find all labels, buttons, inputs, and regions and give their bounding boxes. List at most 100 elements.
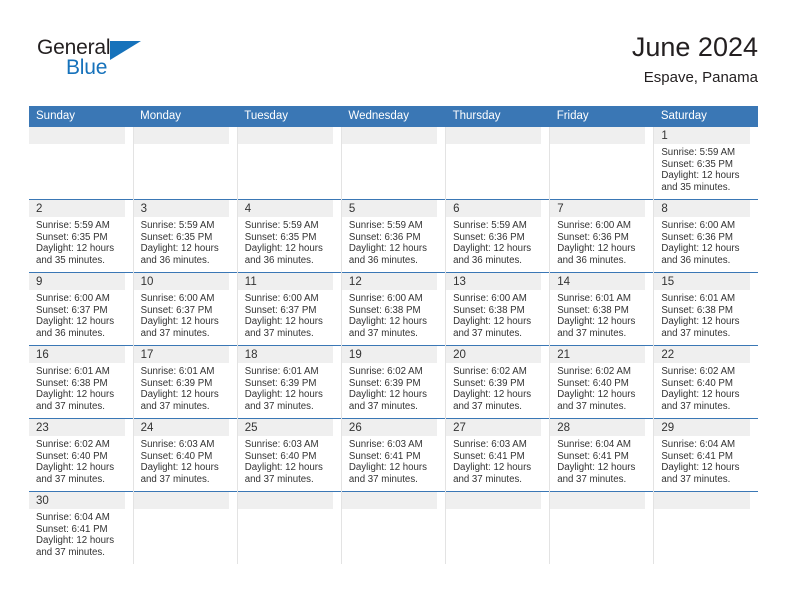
day-number-band: 8 (654, 200, 750, 217)
day-number-band: 11 (237, 273, 333, 290)
sunrise-time: Sunrise: 5:59 AM (453, 220, 527, 231)
day-cell-content (446, 127, 549, 199)
day-cell-content: 5 Sunrise: 5:59 AM Sunset: 6:36 PM Daylight… (341, 200, 445, 272)
day-details: Sunrise: 6:04 AM Sunset: 6:41 PM Daylight:… (654, 436, 758, 485)
calendar-week-row: 23 Sunrise: 6:02 AM Sunset: 6:40 PM Dayligh… (29, 418, 758, 492)
calendar-day-cell[interactable]: 16 Sunrise: 6:01 AM Sunset: 6:38 PM Dayligh… (29, 345, 134, 419)
daylight-duration-line2: and 37 minutes. (140, 473, 210, 485)
daylight-duration-line1: Daylight: 12 hours (36, 243, 115, 255)
day-number: 3 (140, 203, 148, 215)
day-details: Sunrise: 6:04 AM Sunset: 6:41 PM Daylight:… (550, 436, 653, 485)
day-number: 23 (36, 422, 49, 434)
sunset-time: Sunset: 6:39 PM (453, 377, 525, 389)
day-number: 16 (36, 349, 49, 361)
day-cell-content: 23 Sunrise: 6:02 AM Sunset: 6:40 PM Dayligh… (29, 419, 133, 491)
day-details: Sunrise: 6:01 AM Sunset: 6:39 PM Daylight:… (238, 363, 341, 412)
calendar-day-cell[interactable]: 10 Sunrise: 6:00 AM Sunset: 6:37 PM Dayligh… (133, 272, 238, 346)
daylight-duration-line1: Daylight: 12 hours (244, 462, 323, 474)
day-details: Sunrise: 5:59 AM Sunset: 6:35 PM Daylight:… (29, 217, 133, 266)
sunrise-time: Sunrise: 6:00 AM (661, 220, 736, 231)
calendar-day-cell[interactable]: 26 Sunrise: 6:03 AM Sunset: 6:41 PM Dayligh… (341, 418, 447, 492)
day-number-band (654, 492, 750, 509)
calendar-day-cell[interactable]: 6 Sunrise: 5:59 AM Sunset: 6:36 PM Daylight… (445, 199, 551, 273)
daylight-duration-line1: Daylight: 12 hours (140, 316, 219, 328)
day-number (446, 127, 541, 129)
day-number-band: 20 (446, 346, 542, 363)
day-details: Sunrise: 5:59 AM Sunset: 6:35 PM Daylight:… (654, 144, 758, 193)
calendar-day-cell[interactable]: 30 Sunrise: 6:04 AM Sunset: 6:41 PM Dayligh… (29, 491, 134, 564)
day-cell-content: 11 Sunrise: 6:00 AM Sunset: 6:37 PM Dayligh… (237, 273, 341, 345)
day-number (134, 127, 229, 129)
calendar-day-cell[interactable]: 2 Sunrise: 5:59 AM Sunset: 6:35 PM Daylight… (29, 199, 134, 273)
day-number: 26 (348, 422, 362, 434)
calendar-day-cell[interactable]: 4 Sunrise: 5:59 AM Sunset: 6:35 PM Daylight… (237, 199, 342, 273)
calendar-day-cell[interactable]: 15 Sunrise: 6:01 AM Sunset: 6:38 PM Dayligh… (653, 272, 758, 346)
calendar-day-cell[interactable]: 18 Sunrise: 6:01 AM Sunset: 6:39 PM Dayligh… (237, 345, 342, 419)
day-number: 5 (348, 203, 356, 215)
calendar-week-row: 16 Sunrise: 6:01 AM Sunset: 6:38 PM Dayligh… (29, 345, 758, 419)
day-details: Sunrise: 5:59 AM Sunset: 6:35 PM Daylight:… (134, 217, 237, 266)
sunset-time: Sunset: 6:40 PM (557, 377, 629, 389)
daylight-duration-line2: and 37 minutes. (140, 400, 210, 412)
calendar-day-cell[interactable]: 21 Sunrise: 6:02 AM Sunset: 6:40 PM Dayligh… (549, 345, 655, 419)
sunset-time: Sunset: 6:35 PM (661, 158, 733, 170)
day-cell-content: 1 Sunrise: 5:59 AM Sunset: 6:35 PM Daylight… (654, 127, 758, 199)
day-details: Sunrise: 5:59 AM Sunset: 6:36 PM Daylight:… (342, 217, 445, 266)
calendar-day-cell[interactable]: 22 Sunrise: 6:02 AM Sunset: 6:40 PM Dayligh… (653, 345, 758, 419)
calendar-day-cell[interactable]: 14 Sunrise: 6:01 AM Sunset: 6:38 PM Dayligh… (549, 272, 655, 346)
calendar-day-cell[interactable]: 5 Sunrise: 5:59 AM Sunset: 6:36 PM Daylight… (341, 199, 447, 273)
day-number-band: 28 (550, 419, 646, 436)
day-number-band: 24 (133, 419, 229, 436)
day-details (654, 509, 758, 512)
day-number-band: 7 (550, 200, 646, 217)
calendar-day-cell[interactable]: 9 Sunrise: 6:00 AM Sunset: 6:37 PM Daylight… (29, 272, 134, 346)
day-cell-content: 26 Sunrise: 6:03 AM Sunset: 6:41 PM Dayligh… (341, 419, 445, 491)
calendar-day-cell[interactable]: 17 Sunrise: 6:01 AM Sunset: 6:39 PM Dayligh… (133, 345, 238, 419)
calendar-day-cell[interactable]: 11 Sunrise: 6:00 AM Sunset: 6:37 PM Dayligh… (237, 272, 342, 346)
day-details: Sunrise: 6:02 AM Sunset: 6:40 PM Daylight:… (654, 363, 758, 412)
day-details: Sunrise: 6:03 AM Sunset: 6:40 PM Daylight:… (134, 436, 237, 485)
calendar-day-cell[interactable]: 12 Sunrise: 6:00 AM Sunset: 6:38 PM Dayligh… (341, 272, 447, 346)
calendar-day-cell[interactable]: 24 Sunrise: 6:03 AM Sunset: 6:40 PM Dayligh… (133, 418, 238, 492)
day-cell-content: 17 Sunrise: 6:01 AM Sunset: 6:39 PM Dayligh… (133, 346, 237, 418)
weekday-header-tuesday: Tuesday (237, 106, 342, 127)
sunset-time: Sunset: 6:40 PM (36, 450, 108, 462)
day-cell-content (550, 127, 653, 199)
calendar-day-cell[interactable]: 19 Sunrise: 6:02 AM Sunset: 6:39 PM Dayligh… (341, 345, 447, 419)
calendar-day-cell[interactable]: 20 Sunrise: 6:02 AM Sunset: 6:39 PM Dayligh… (445, 345, 551, 419)
daylight-duration-line2: and 35 minutes. (36, 254, 105, 266)
calendar-day-cell[interactable]: 7 Sunrise: 6:00 AM Sunset: 6:36 PM Daylight… (549, 199, 655, 273)
day-details: Sunrise: 6:01 AM Sunset: 6:38 PM Daylight:… (550, 290, 653, 339)
daylight-duration-line1: Daylight: 12 hours (140, 462, 219, 474)
calendar-day-cell[interactable]: 23 Sunrise: 6:02 AM Sunset: 6:40 PM Dayligh… (29, 418, 134, 492)
calendar-day-cell[interactable]: 8 Sunrise: 6:00 AM Sunset: 6:36 PM Daylight… (653, 199, 758, 273)
calendar-day-cell[interactable]: 3 Sunrise: 5:59 AM Sunset: 6:35 PM Daylight… (133, 199, 238, 273)
sunset-time: Sunset: 6:38 PM (557, 304, 629, 316)
calendar-day-cell[interactable]: 27 Sunrise: 6:03 AM Sunset: 6:41 PM Dayligh… (445, 418, 551, 492)
day-number-band (341, 492, 438, 509)
daylight-duration-line1: Daylight: 12 hours (36, 535, 115, 547)
day-cell-content: 14 Sunrise: 6:01 AM Sunset: 6:38 PM Dayligh… (550, 273, 653, 345)
sunrise-time: Sunrise: 5:59 AM (36, 220, 110, 231)
sunrise-time: Sunrise: 6:02 AM (453, 366, 527, 377)
day-number-band: 21 (550, 346, 646, 363)
sunrise-time: Sunrise: 6:02 AM (661, 366, 736, 377)
daylight-duration-line2: and 37 minutes. (453, 400, 522, 412)
daylight-duration-line1: Daylight: 12 hours (348, 316, 428, 328)
calendar-day-cell[interactable]: 25 Sunrise: 6:03 AM Sunset: 6:40 PM Dayligh… (237, 418, 342, 492)
day-number-band (550, 127, 646, 144)
calendar-day-cell[interactable]: 28 Sunrise: 6:04 AM Sunset: 6:41 PM Dayligh… (549, 418, 655, 492)
day-number-band: 25 (237, 419, 333, 436)
day-cell-content: 20 Sunrise: 6:02 AM Sunset: 6:39 PM Dayligh… (446, 346, 549, 418)
day-details (550, 509, 653, 512)
calendar-day-cell-empty (237, 491, 342, 564)
sunrise-time: Sunrise: 6:00 AM (140, 293, 215, 304)
calendar-week-row: 9 Sunrise: 6:00 AM Sunset: 6:37 PM Daylight… (29, 272, 758, 346)
calendar-day-cell[interactable]: 29 Sunrise: 6:04 AM Sunset: 6:41 PM Dayligh… (653, 418, 758, 492)
general-blue-logo[interactable]: General Blue (37, 37, 157, 87)
day-cell-content: 4 Sunrise: 5:59 AM Sunset: 6:35 PM Daylight… (237, 200, 341, 272)
calendar-day-cell[interactable]: 13 Sunrise: 6:00 AM Sunset: 6:38 PM Dayligh… (445, 272, 551, 346)
calendar-day-cell[interactable]: 1 Sunrise: 5:59 AM Sunset: 6:35 PM Daylight… (653, 127, 758, 200)
day-number-band: 26 (341, 419, 438, 436)
day-number: 22 (661, 349, 675, 361)
